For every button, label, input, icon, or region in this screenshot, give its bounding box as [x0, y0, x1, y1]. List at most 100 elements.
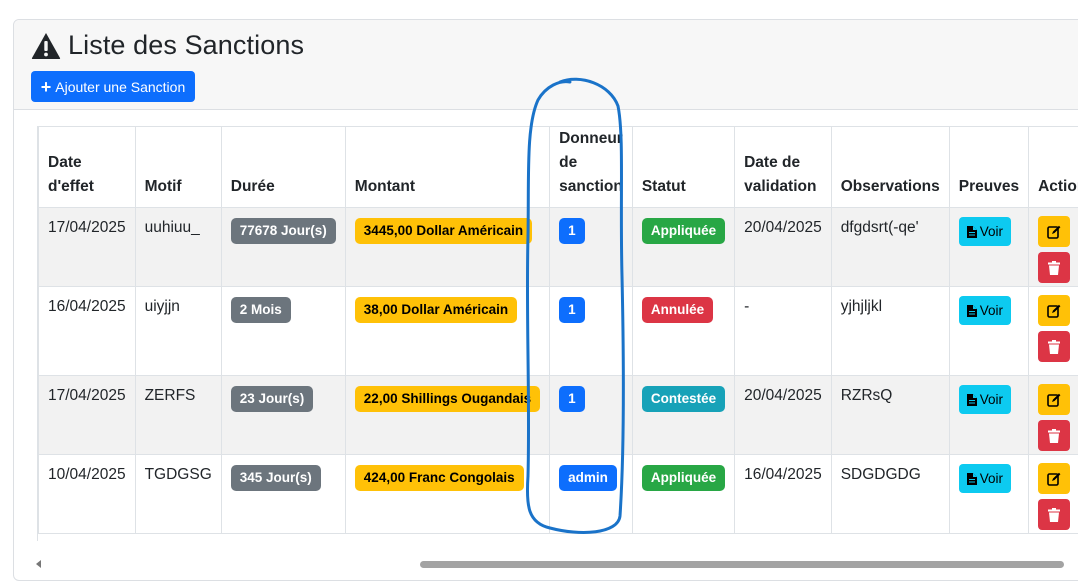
horizontal-scrollbar-thumb[interactable]	[420, 561, 1064, 568]
voir-label: Voir	[980, 301, 1003, 320]
warning-triangle-icon	[31, 32, 61, 60]
cell-actions	[1029, 376, 1078, 455]
cell-observations: RZRsQ	[831, 376, 949, 455]
cell-date-effet: 17/04/2025	[39, 376, 136, 455]
cell-statut: Contestée	[632, 376, 734, 455]
trash-icon	[1048, 261, 1060, 275]
cell-motif: uuhiuu_	[135, 208, 221, 287]
cell-date-validation: -	[735, 287, 832, 376]
cell-duree: 2 Mois	[221, 287, 345, 376]
cell-montant: 424,00 Franc Congolais	[345, 455, 549, 534]
cell-preuves: Voir	[949, 455, 1028, 534]
table-row: 17/04/2025 ZERFS 23 Jour(s) 22,00 Shilli…	[39, 376, 1078, 455]
table-header-row: Date d'effet Motif Durée Montant Donneur…	[39, 127, 1078, 208]
col-date-validation[interactable]: Date de validation	[735, 127, 832, 208]
status-badge: Appliquée	[642, 218, 725, 244]
cell-date-validation: 20/04/2025	[735, 208, 832, 287]
cell-montant: 3445,00 Dollar Américain	[345, 208, 549, 287]
voir-proof-button[interactable]: Voir	[959, 464, 1011, 493]
montant-badge: 22,00 Shillings Ougandais	[355, 386, 540, 412]
file-icon	[967, 473, 977, 485]
donneur-badge: admin	[559, 465, 617, 491]
col-preuves[interactable]: Preuves	[949, 127, 1028, 208]
edit-button[interactable]	[1038, 295, 1070, 326]
cell-duree: 345 Jour(s)	[221, 455, 345, 534]
col-duree[interactable]: Durée	[221, 127, 345, 208]
delete-button[interactable]	[1038, 252, 1070, 283]
cell-duree: 77678 Jour(s)	[221, 208, 345, 287]
duree-badge: 2 Mois	[231, 297, 291, 323]
voir-proof-button[interactable]: Voir	[959, 296, 1011, 325]
cell-preuves: Voir	[949, 208, 1028, 287]
sanctions-table: Date d'effet Motif Durée Montant Donneur…	[38, 126, 1078, 534]
voir-label: Voir	[980, 390, 1003, 409]
cell-actions	[1029, 208, 1078, 287]
table-row: 17/04/2025 uuhiuu_ 77678 Jour(s) 3445,00…	[39, 208, 1078, 287]
cell-motif: TGDGSG	[135, 455, 221, 534]
actions-group	[1038, 295, 1078, 362]
delete-button[interactable]	[1038, 420, 1070, 451]
montant-badge: 38,00 Dollar Américain	[355, 297, 517, 323]
scroll-left-arrow[interactable]	[36, 560, 41, 568]
edit-icon	[1047, 472, 1061, 486]
col-donneur[interactable]: Donneur de sanction	[550, 127, 633, 208]
edit-icon	[1047, 225, 1061, 239]
edit-button[interactable]	[1038, 384, 1070, 415]
delete-button[interactable]	[1038, 499, 1070, 530]
cell-observations: SDGDGDG	[831, 455, 949, 534]
col-montant[interactable]: Montant	[345, 127, 549, 208]
voir-proof-button[interactable]: Voir	[959, 385, 1011, 414]
cell-donneur: 1	[550, 287, 633, 376]
col-statut[interactable]: Statut	[632, 127, 734, 208]
cell-preuves: Voir	[949, 376, 1028, 455]
montant-badge: 424,00 Franc Congolais	[355, 465, 524, 491]
col-observations[interactable]: Observations	[831, 127, 949, 208]
table-row: 16/04/2025 uiyjjn 2 Mois 38,00 Dollar Am…	[39, 287, 1078, 376]
cell-donneur: 1	[550, 208, 633, 287]
cell-observations: yjhjljkl	[831, 287, 949, 376]
edit-button[interactable]	[1038, 216, 1070, 247]
page-title-wrap: Liste des Sanctions	[31, 30, 304, 61]
actions-group	[1038, 384, 1078, 451]
actions-group	[1038, 463, 1078, 530]
col-actions: Actions	[1029, 127, 1078, 208]
file-icon	[967, 394, 977, 406]
cell-date-effet: 16/04/2025	[39, 287, 136, 376]
cell-date-effet: 17/04/2025	[39, 208, 136, 287]
plus-icon: +	[41, 78, 52, 96]
delete-button[interactable]	[1038, 331, 1070, 362]
cell-montant: 38,00 Dollar Américain	[345, 287, 549, 376]
cell-date-effet: 10/04/2025	[39, 455, 136, 534]
add-sanction-button[interactable]: + Ajouter une Sanction	[31, 71, 195, 102]
trash-icon	[1048, 429, 1060, 443]
page-title: Liste des Sanctions	[68, 30, 304, 61]
add-sanction-label: Ajouter une Sanction	[55, 79, 185, 95]
voir-proof-button[interactable]: Voir	[959, 217, 1011, 246]
file-icon	[967, 226, 977, 238]
cell-actions	[1029, 287, 1078, 376]
voir-label: Voir	[980, 222, 1003, 241]
status-badge: Annulée	[642, 297, 713, 323]
cell-motif: uiyjjn	[135, 287, 221, 376]
duree-badge: 23 Jour(s)	[231, 386, 314, 412]
cell-date-validation: 16/04/2025	[735, 455, 832, 534]
cell-donneur: 1	[550, 376, 633, 455]
duree-badge: 77678 Jour(s)	[231, 218, 336, 244]
cell-actions	[1029, 455, 1078, 534]
edit-icon	[1047, 304, 1061, 318]
cell-motif: ZERFS	[135, 376, 221, 455]
edit-button[interactable]	[1038, 463, 1070, 494]
cell-date-validation: 20/04/2025	[735, 376, 832, 455]
file-icon	[967, 305, 977, 317]
table-row: 10/04/2025 TGDGSG 345 Jour(s) 424,00 Fra…	[39, 455, 1078, 534]
col-date-effet[interactable]: Date d'effet	[39, 127, 136, 208]
voir-label: Voir	[980, 469, 1003, 488]
col-motif[interactable]: Motif	[135, 127, 221, 208]
montant-badge: 3445,00 Dollar Américain	[355, 218, 532, 244]
status-badge: Appliquée	[642, 465, 725, 491]
donneur-badge: 1	[559, 218, 585, 244]
actions-group	[1038, 216, 1078, 283]
cell-duree: 23 Jour(s)	[221, 376, 345, 455]
cell-statut: Appliquée	[632, 208, 734, 287]
cell-statut: Appliquée	[632, 455, 734, 534]
